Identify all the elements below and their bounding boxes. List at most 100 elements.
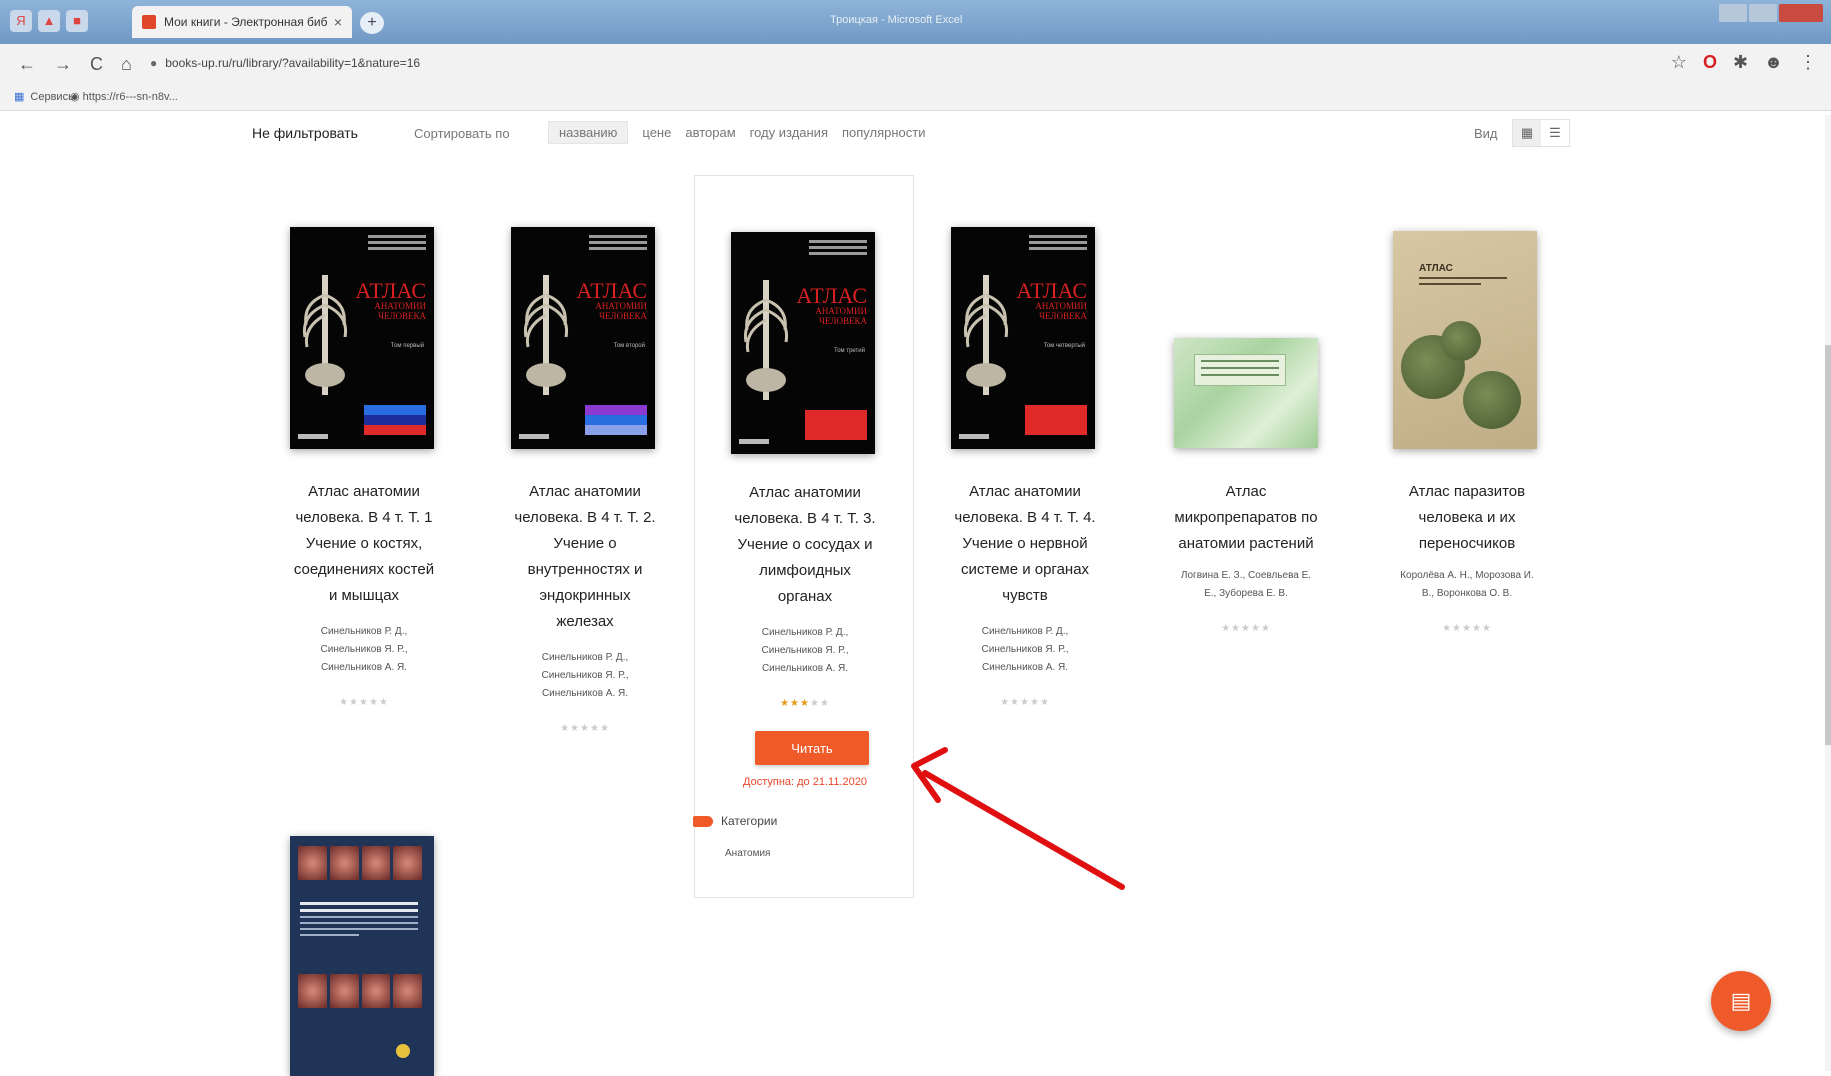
sort-by-popularity[interactable]: популярности	[842, 122, 926, 143]
book-authors: Королёва А. Н., Морозова И. В., Воронкова…	[1400, 570, 1534, 599]
cover-authors	[589, 235, 647, 253]
book-card: АТЛАС Атлас паразитов человека и их перено…	[1357, 175, 1577, 655]
book-card: АТЛАС АНАТОМИИ ЧЕЛОВЕКА Том первый Атлас а…	[254, 175, 474, 735]
book-cover[interactable]: АТЛАС АНАТОМИИ ЧЕЛОВЕКА Том первый	[290, 227, 434, 449]
url-text: books-up.ru/ru/library/?availability=1&n…	[165, 56, 421, 70]
skeleton-illustration	[298, 275, 352, 395]
parasite-illustration	[1463, 371, 1521, 429]
book-cover[interactable]: АТЛАС АНАТОМИИ ЧЕЛОВЕКА Том четвертый	[951, 227, 1095, 449]
rating-stars: ★★★★★	[1442, 623, 1492, 634]
maximize-button[interactable]	[1749, 4, 1777, 22]
sort-by-price[interactable]: цене	[642, 122, 671, 143]
bookmark-link[interactable]: ◉ https://r6---sn-n8v...	[70, 90, 178, 103]
reload-icon[interactable]: C	[90, 54, 103, 75]
minimize-button[interactable]	[1719, 4, 1747, 22]
book-cover[interactable]: АТЛАС АНАТОМИИ ЧЕЛОВЕКА Том третий	[731, 232, 875, 454]
window-controls	[1719, 4, 1823, 22]
read-button[interactable]: Читать	[755, 731, 869, 765]
notes-icon: ▤	[1730, 988, 1752, 1013]
cover-title: АТЛАС АНАТОМИИ ЧЕЛОВЕКА	[576, 278, 647, 321]
rating-stars: ★★★★★	[339, 697, 389, 708]
back-icon[interactable]: ←	[18, 54, 36, 75]
opera-icon[interactable]: O	[1703, 52, 1717, 73]
rating-stars: ★★★★★	[695, 698, 915, 709]
grid-view-icon[interactable]: ▦	[1513, 120, 1541, 146]
cover-sticker	[585, 405, 647, 435]
star-icon[interactable]: ☆	[1671, 52, 1687, 73]
book-title[interactable]: Атлас анатомии человека. В 4 т. Т. 1 Учени…	[254, 479, 474, 609]
skeleton-illustration	[739, 280, 793, 400]
profile-icon[interactable]: ☻	[1764, 52, 1783, 73]
new-tab-button[interactable]: +	[360, 12, 384, 34]
apps-icon: ▦	[14, 91, 25, 103]
availability-text: Доступна: до 21.11.2020	[743, 776, 867, 788]
bookmark-apps[interactable]: ▦ Сервисы	[14, 90, 76, 103]
close-window-button[interactable]	[1779, 4, 1823, 22]
cover-sticker	[364, 405, 426, 435]
menu-icon[interactable]: ⋮	[1799, 52, 1817, 73]
cover-title: АТЛАС	[1419, 263, 1453, 274]
book-cover[interactable]: АТЛАС	[1393, 231, 1537, 449]
url-field[interactable]: ● books-up.ru/ru/library/?availability=1&…	[150, 56, 420, 70]
cover-subtitle	[1419, 277, 1507, 289]
sort-by-author[interactable]: авторам	[685, 122, 735, 143]
book-card: АТЛАС АНАТОМИИ ЧЕЛОВЕКА Том четвертый Атла…	[915, 175, 1135, 735]
window-title: Троицкая - Microsoft Excel	[830, 14, 963, 26]
yandex-icon[interactable]: Я	[10, 10, 32, 32]
sort-by-title[interactable]: названию	[548, 121, 629, 144]
cover-title: АТЛАС АНАТОМИИ ЧЕЛОВЕКА	[796, 283, 867, 326]
scrollbar-thumb[interactable]	[1825, 345, 1831, 745]
book-title[interactable]: Атлас паразитов человека и их переносчиков	[1357, 479, 1577, 557]
list-view-icon[interactable]: ☰	[1541, 120, 1569, 146]
book-card: АТЛАС АНАТОМИИ ЧЕЛОВЕКА Том второй Атлас а…	[475, 175, 695, 735]
book-card-selected: АТЛАС АНАТОМИИ ЧЕЛОВЕКА Том третий Атлас а…	[693, 175, 915, 898]
book-cover[interactable]: АТЛАС АНАТОМИИ ЧЕЛОВЕКА Том второй	[511, 227, 655, 449]
notes-button[interactable]: ▤	[1711, 971, 1771, 1031]
book-card: Атлас микропрепаратов по анатомии растений…	[1136, 175, 1356, 655]
tab-close-icon[interactable]: ×	[334, 14, 342, 30]
publisher-logo	[739, 439, 769, 444]
book-title[interactable]: Атлас анатомии человека. В 4 т. Т. 3. Учен…	[695, 480, 915, 610]
cover-volume: Том первый	[390, 343, 424, 349]
tag-icon	[693, 816, 713, 828]
cover-badge	[396, 1044, 410, 1058]
cover-authors	[1029, 235, 1087, 253]
book-authors: Синельников Р. Д., Синельников Я. Р., Сине…	[981, 626, 1069, 673]
sort-label: Сортировать по	[414, 126, 510, 141]
home-icon[interactable]: ⌂	[121, 54, 132, 75]
book-authors: Синельников Р. Д., Синельников Я. Р., Сине…	[541, 652, 629, 699]
cover-volume: Том четвертый	[1043, 343, 1085, 349]
categories-header[interactable]: Категории	[693, 814, 777, 828]
bookmarks-bar: ▦ Сервисы ◉ https://r6---sn-n8v...	[0, 84, 1831, 111]
lock-icon: ●	[150, 56, 158, 70]
publisher-logo	[298, 434, 328, 439]
pinned-tab-icon[interactable]: ▲	[38, 10, 60, 32]
extensions-icon[interactable]: ✱	[1733, 52, 1748, 73]
book-title[interactable]: Атлас анатомии человека. В 4 т. Т. 4. Учен…	[915, 479, 1135, 609]
nav-buttons: ← → C ⌂	[18, 54, 132, 75]
book-card	[254, 820, 474, 1076]
skeleton-illustration	[959, 275, 1013, 395]
forward-icon[interactable]: →	[54, 54, 72, 75]
book-title[interactable]: Атлас анатомии человека. В 4 т. Т. 2. Учен…	[475, 479, 695, 635]
cover-sticker	[1025, 405, 1087, 435]
book-cover[interactable]	[1174, 338, 1318, 448]
cover-sticker	[805, 410, 867, 440]
view-toggle: ▦ ☰	[1512, 119, 1570, 147]
no-filter-link[interactable]: Не фильтровать	[252, 125, 358, 141]
rating-stars: ★★★★★	[560, 723, 610, 734]
site-favicon-icon	[142, 15, 156, 29]
sort-by-year[interactable]: году издания	[750, 122, 828, 143]
tab-title: Мои книги - Электронная биб	[164, 15, 328, 29]
rating-stars-filled: ★★★	[780, 698, 810, 709]
book-cover[interactable]	[290, 836, 434, 1076]
active-tab[interactable]: Мои книги - Электронная биб ×	[132, 6, 352, 38]
pinned-tab-icon[interactable]: ■	[66, 10, 88, 32]
category-link[interactable]: Анатомия	[725, 848, 770, 859]
page-scrollbar[interactable]	[1825, 115, 1831, 1071]
book-title[interactable]: Атлас микропрепаратов по анатомии растений	[1136, 479, 1356, 557]
publisher-logo	[959, 434, 989, 439]
cover-title: АТЛАС АНАТОМИИ ЧЕЛОВЕКА	[1016, 278, 1087, 321]
book-authors: Синельников Р. Д., Синельников Я. Р., Сине…	[320, 626, 408, 673]
sort-options: названию цене авторам году издания попул…	[548, 121, 926, 144]
